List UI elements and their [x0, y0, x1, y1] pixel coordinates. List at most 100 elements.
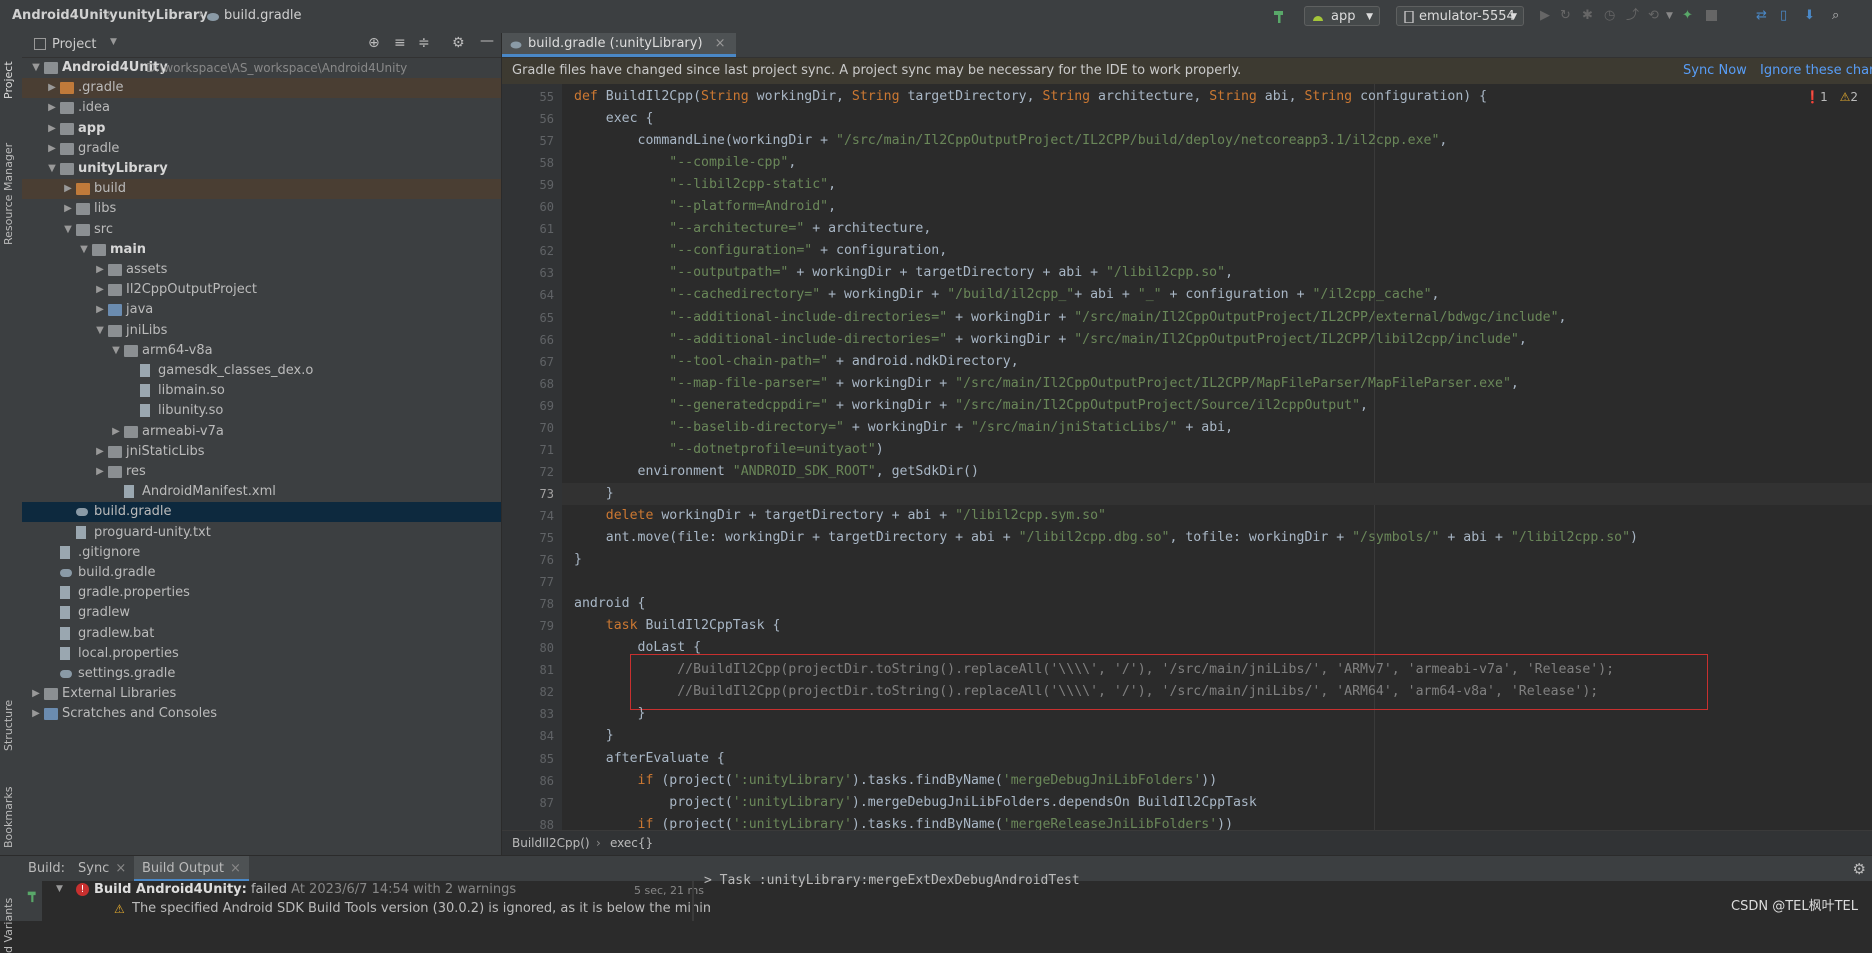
code-line[interactable]: commandLine(workingDir + "/src/main/Il2C… [574, 130, 1448, 152]
bookmarks-tool-button[interactable]: Bookmarks [2, 768, 20, 848]
chevron-right-icon[interactable]: ▶ [46, 139, 58, 159]
code-line[interactable]: def BuildIl2Cpp(String workingDir, Strin… [574, 86, 1487, 108]
chevron-right-icon[interactable]: ▶ [46, 119, 58, 139]
chevron-right-icon[interactable]: ▶ [30, 684, 42, 704]
tree-item[interactable]: ▶ gradle [22, 139, 501, 159]
hammer-build-icon[interactable] [26, 889, 40, 903]
debug-icon[interactable]: ✱ [1582, 8, 1598, 24]
tree-item[interactable]: .gitignore [22, 543, 501, 563]
tree-item[interactable]: libunity.so [22, 401, 501, 421]
chevron-right-icon[interactable]: ▶ [94, 260, 106, 280]
tree-item[interactable]: ▶ .gradle [22, 78, 501, 99]
apply-changes-icon[interactable]: ⟲ [1648, 8, 1664, 24]
code-line[interactable]: "--compile-cpp", [574, 152, 796, 174]
device-select[interactable]: emulator-5554 ▼ [1396, 6, 1524, 26]
chevron-right-icon[interactable]: ▶ [62, 199, 74, 219]
breadcrumb-module[interactable]: unityLibrary [118, 8, 208, 23]
gear-icon[interactable]: ⚙ [1853, 856, 1866, 882]
search-icon[interactable]: ⌕ [1832, 8, 1848, 24]
locate-file-icon[interactable]: ⊕ [368, 35, 380, 51]
tree-item[interactable]: ▼ Android4Unity D:\workspace\AS_workspace\… [22, 58, 501, 78]
code-line[interactable]: project(':unityLibrary').mergeDebugJniLi… [574, 792, 1257, 814]
chevron-right-icon[interactable]: ▶ [46, 78, 58, 98]
close-icon[interactable]: × [230, 861, 241, 876]
tree-item[interactable]: ▶ java [22, 300, 501, 320]
tree-item[interactable]: ▶ assets [22, 260, 501, 280]
breadcrumb-file[interactable]: build.gradle [224, 8, 302, 23]
tree-item[interactable]: gradlew [22, 603, 501, 623]
tree-item[interactable]: ▶ External Libraries [22, 684, 501, 704]
tree-item[interactable]: ▶ Scratches and Consoles [22, 704, 501, 724]
resource-manager-tool-button[interactable]: Resource Manager [2, 115, 20, 245]
code-line[interactable]: } [574, 703, 646, 725]
code-line[interactable]: "--architecture=" + architecture, [574, 218, 931, 240]
tree-item[interactable]: local.properties [22, 644, 501, 664]
structure-tool-button[interactable]: Structure [2, 681, 20, 751]
debug-bug-icon[interactable]: ✦ [1682, 8, 1698, 24]
close-icon[interactable]: × [715, 36, 726, 51]
tab-build-gradle[interactable]: build.gradle (:unityLibrary) × [502, 33, 736, 57]
chevron-right-icon[interactable]: ▶ [110, 422, 122, 442]
attach-debugger-icon[interactable]: ⤴ [1626, 8, 1642, 24]
code-line[interactable]: } [574, 483, 614, 505]
tree-item[interactable]: gamesdk_classes_dex.o [22, 361, 501, 381]
run-icon[interactable]: ▶ [1540, 8, 1556, 24]
collapse-all-icon[interactable]: ≑ [418, 35, 430, 51]
build-status-row[interactable]: Build Android4Unity: failed At 2023/6/7 … [94, 882, 516, 897]
rerun-icon[interactable]: ↻ [1560, 8, 1576, 24]
breadcrumb-block[interactable]: exec{} [610, 831, 653, 855]
code-line[interactable]: "--generatedcppdir=" + workingDir + "/sr… [574, 395, 1368, 417]
project-tool-button[interactable]: Project [2, 39, 20, 99]
code-line[interactable]: "--dotnetprofile=unityaot") [574, 439, 883, 461]
expand-all-icon[interactable]: ≡ [394, 35, 406, 51]
chevron-right-icon[interactable]: ▶ [94, 280, 106, 300]
code-line[interactable]: "--baselib-directory=" + workingDir + "/… [574, 417, 1233, 439]
build-warning-row[interactable]: The specified Android SDK Build Tools ve… [132, 901, 710, 916]
minimize-icon[interactable]: — [480, 33, 494, 49]
code-editor[interactable]: ❗1 ⚠2 def BuildIl2Cpp(String workingDir,… [562, 84, 1872, 830]
project-view-selector[interactable]: Project [52, 37, 96, 52]
build-variants-tool-button[interactable]: d Variants [2, 873, 20, 953]
tree-item[interactable]: ▼ unityLibrary [22, 159, 501, 179]
gear-icon[interactable]: ⚙ [452, 35, 465, 51]
code-line[interactable]: doLast { [574, 637, 702, 659]
stop-icon[interactable] [1704, 8, 1720, 24]
code-line[interactable]: } [574, 549, 582, 571]
breadcrumb-project[interactable]: Android4Unity [12, 8, 118, 23]
code-line[interactable]: "--configuration=" + configuration, [574, 240, 947, 262]
chevron-down-icon[interactable]: ▼ [110, 341, 122, 361]
tab-sync[interactable]: Sync × [78, 856, 126, 882]
tree-item[interactable]: ▶ Il2CppOutputProject [22, 280, 501, 300]
code-line[interactable]: //BuildIl2Cpp(projectDir.toString().repl… [574, 659, 1614, 681]
chevron-down-icon[interactable]: ▼ [94, 321, 106, 341]
chevron-right-icon[interactable]: ▶ [94, 442, 106, 462]
ignore-changes-link[interactable]: Ignore these chang [1760, 58, 1872, 84]
chevron-right-icon[interactable]: ▶ [30, 704, 42, 724]
tree-item[interactable]: gradle.properties [22, 583, 501, 603]
code-line[interactable]: "--outputpath=" + workingDir + targetDir… [574, 262, 1233, 284]
tab-build-output[interactable]: Build Output × [134, 856, 249, 882]
tree-item[interactable]: ▼ main [22, 240, 501, 260]
chevron-right-icon[interactable]: ▶ [94, 462, 106, 482]
code-line[interactable]: delete workingDir + targetDirectory + ab… [574, 505, 1106, 527]
tree-item[interactable]: ▶ .idea [22, 98, 501, 118]
tree-item[interactable]: ▶ app [22, 119, 501, 139]
tree-item[interactable]: ▶ build [22, 179, 501, 200]
code-line[interactable]: if (project(':unityLibrary').tasks.findB… [574, 814, 1234, 830]
sync-gradle-icon[interactable]: ⇄ [1756, 8, 1772, 24]
code-line[interactable]: } [574, 725, 614, 747]
tree-item[interactable]: ▼ src [22, 220, 501, 240]
chevron-right-icon[interactable]: ▶ [94, 300, 106, 320]
device-manager-icon[interactable]: ▯ [1780, 8, 1796, 24]
chevron-down-icon[interactable]: ▼ [78, 240, 90, 260]
code-line[interactable]: "--cachedirectory=" + workingDir + "/bui… [574, 284, 1439, 306]
code-line[interactable]: environment "ANDROID_SDK_ROOT", getSdkDi… [574, 461, 979, 483]
code-line[interactable]: "--map-file-parser=" + workingDir + "/sr… [574, 373, 1519, 395]
tree-item[interactable]: libmain.so [22, 381, 501, 401]
tree-item[interactable]: ▶ jniStaticLibs [22, 442, 501, 462]
chevron-down-icon[interactable]: ▼ [46, 159, 58, 179]
tree-item[interactable]: ▶ armeabi-v7a [22, 422, 501, 442]
chevron-down-icon[interactable]: ▼ [62, 220, 74, 240]
sync-now-link[interactable]: Sync Now [1683, 58, 1747, 84]
code-line[interactable]: "--platform=Android", [574, 196, 836, 218]
